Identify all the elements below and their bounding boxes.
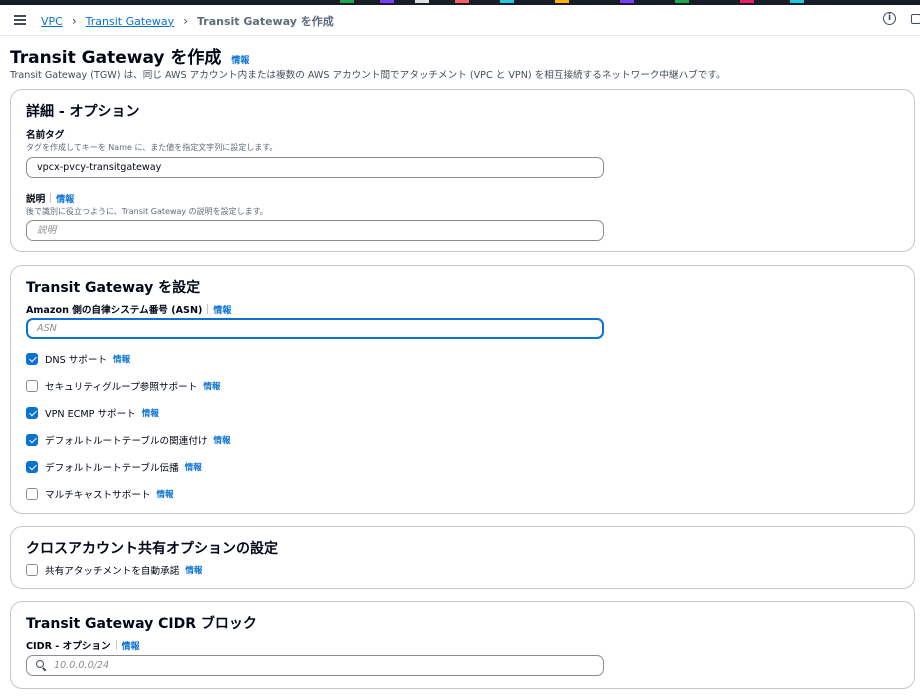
top-strip-segment: [620, 0, 634, 3]
chevron-right-icon: ›: [71, 14, 77, 28]
top-strip-segment: [555, 0, 569, 3]
vpn-ecmp-checkbox-row[interactable]: VPN ECMP サポート 情報: [26, 406, 159, 420]
security-group-referencing-checkbox-row[interactable]: セキュリティグループ参照サポート 情報: [26, 379, 220, 393]
info-icon[interactable]: i: [883, 12, 896, 25]
vpn-ecmp-checkbox[interactable]: [26, 407, 38, 419]
feedback-icon[interactable]: [911, 14, 920, 24]
multicast-support-checkbox[interactable]: [26, 488, 38, 500]
default-route-table-propagation-label: デフォルトルートテーブル伝播: [45, 463, 179, 474]
description-hint: 後で識別に役立つように、Transit Gateway の説明を設定します。: [26, 207, 268, 216]
details-panel: 詳細 - オプション 名前タグ タグを作成してキーを Name に、また値を指定…: [10, 89, 915, 252]
description-label-text: 説明: [26, 194, 46, 205]
default-route-table-association-checkbox-row[interactable]: デフォルトルートテーブルの関連付け 情報: [26, 433, 231, 447]
page-info-link[interactable]: 情報: [231, 56, 249, 66]
asn-info-link[interactable]: 情報: [213, 306, 231, 316]
top-strip-segment: [340, 0, 354, 3]
dns-support-label: DNS サポート: [45, 355, 108, 366]
security-group-referencing-checkbox[interactable]: [26, 380, 38, 392]
top-strip-segment: [675, 0, 689, 3]
asn-label-text: Amazon 側の自律システム番号 (ASN): [26, 305, 203, 316]
cidr-title: Transit Gateway CIDR ブロック: [26, 616, 257, 632]
menu-icon[interactable]: [14, 15, 26, 25]
configure-title: Transit Gateway を設定: [26, 280, 201, 296]
dns-support-info-link[interactable]: 情報: [113, 353, 130, 365]
default-route-table-association-checkbox[interactable]: [26, 434, 38, 446]
default-route-table-propagation-info-link[interactable]: 情報: [185, 461, 202, 473]
breadcrumb-link-vpc[interactable]: VPC: [41, 15, 63, 28]
description-label: 説明 情報: [26, 191, 74, 205]
vpn-ecmp-info-link[interactable]: 情報: [142, 407, 159, 419]
details-title: 詳細 - オプション: [26, 104, 140, 120]
dns-support-checkbox[interactable]: [26, 353, 38, 365]
description-info-link[interactable]: 情報: [56, 195, 74, 205]
configure-panel: Transit Gateway を設定 Amazon 側の自律システム番号 (A…: [10, 265, 915, 514]
name-tag-input[interactable]: vpcx-pvcy-transitgateway: [26, 157, 604, 178]
default-route-table-propagation-checkbox[interactable]: [26, 461, 38, 473]
cross-account-title: クロスアカウント共有オプションの設定: [26, 541, 278, 557]
multicast-support-checkbox-row[interactable]: マルチキャストサポート 情報: [26, 487, 174, 501]
dns-support-checkbox-row[interactable]: DNS サポート 情報: [26, 352, 130, 366]
top-strip-segment: [740, 0, 754, 3]
asn-label: Amazon 側の自律システム番号 (ASN) 情報: [26, 302, 231, 316]
security-group-referencing-label: セキュリティグループ参照サポート: [45, 382, 198, 393]
security-group-referencing-info-link[interactable]: 情報: [203, 380, 220, 392]
chevron-right-icon: ›: [183, 14, 188, 28]
auto-accept-shared-attachments-checkbox[interactable]: [26, 564, 38, 576]
breadcrumb-link-transit-gateway[interactable]: Transit Gateway: [86, 15, 175, 28]
cidr-panel: Transit Gateway CIDR ブロック CIDR - オプション 情報…: [10, 601, 915, 689]
auto-accept-info-link[interactable]: 情報: [185, 564, 202, 576]
breadcrumb-current: Transit Gateway を作成: [197, 15, 334, 28]
top-strip-segment: [380, 0, 394, 3]
cidr-input[interactable]: 10.0.0.0/24: [26, 655, 604, 676]
page-description: Transit Gateway (TGW) は、同じ AWS アカウント内または…: [10, 70, 726, 81]
top-strip-segment: [500, 0, 514, 3]
top-navigation-bar: VPC › Transit Gateway › Transit Gateway …: [0, 5, 920, 36]
top-strip-segment: [415, 0, 429, 3]
search-icon: [36, 660, 47, 672]
cidr-placeholder: 10.0.0.0/24: [54, 660, 110, 671]
asn-input[interactable]: ASN: [26, 318, 604, 339]
top-strip-segment: [790, 0, 804, 3]
auto-accept-checkbox-row[interactable]: 共有アタッチメントを自動承諾 情報: [26, 563, 202, 577]
cidr-info-link[interactable]: 情報: [122, 642, 140, 652]
default-route-table-association-label: デフォルトルートテーブルの関連付け: [45, 436, 208, 447]
top-strip-segment: [455, 0, 469, 3]
multicast-support-info-link[interactable]: 情報: [157, 488, 174, 500]
page-title-text: Transit Gateway を作成: [10, 48, 222, 68]
name-tag-hint: タグを作成してキーを Name に、また値を指定文字列に設定します。: [26, 143, 278, 152]
auto-accept-shared-attachments-label: 共有アタッチメントを自動承諾: [45, 566, 180, 577]
cross-account-panel: クロスアカウント共有オプションの設定 共有アタッチメントを自動承諾 情報: [10, 526, 915, 589]
breadcrumb: VPC › Transit Gateway › Transit Gateway …: [41, 13, 334, 29]
cidr-label: CIDR - オプション 情報: [26, 638, 140, 652]
multicast-support-label: マルチキャストサポート: [45, 490, 151, 501]
description-input[interactable]: 説明: [26, 220, 604, 241]
cidr-label-text: CIDR - オプション: [26, 641, 111, 652]
vpn-ecmp-label: VPN ECMP サポート: [45, 409, 136, 420]
name-tag-label: 名前タグ: [26, 130, 65, 141]
page-title: Transit Gateway を作成 情報: [10, 43, 249, 68]
default-route-table-association-info-link[interactable]: 情報: [214, 434, 231, 446]
default-route-table-propagation-checkbox-row[interactable]: デフォルトルートテーブル伝播 情報: [26, 460, 202, 474]
